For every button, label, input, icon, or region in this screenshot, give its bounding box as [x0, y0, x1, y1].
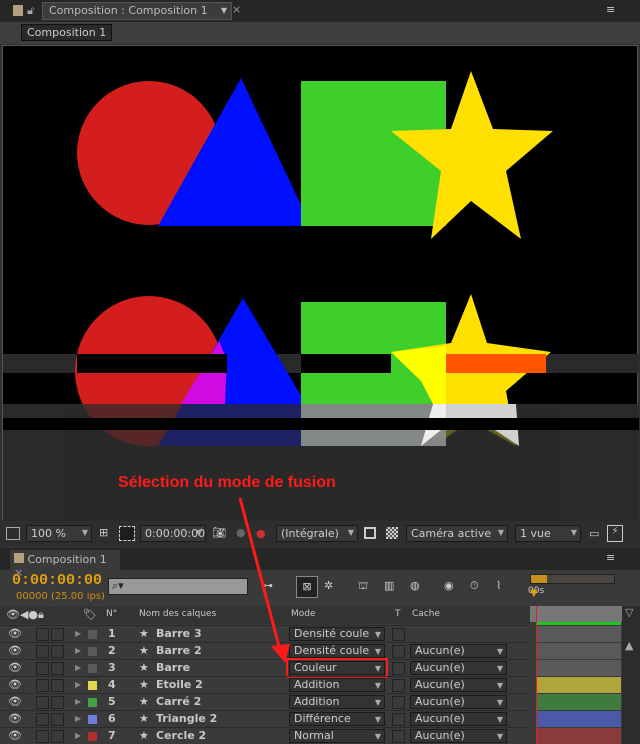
annotation-arrow: [238, 497, 290, 663]
